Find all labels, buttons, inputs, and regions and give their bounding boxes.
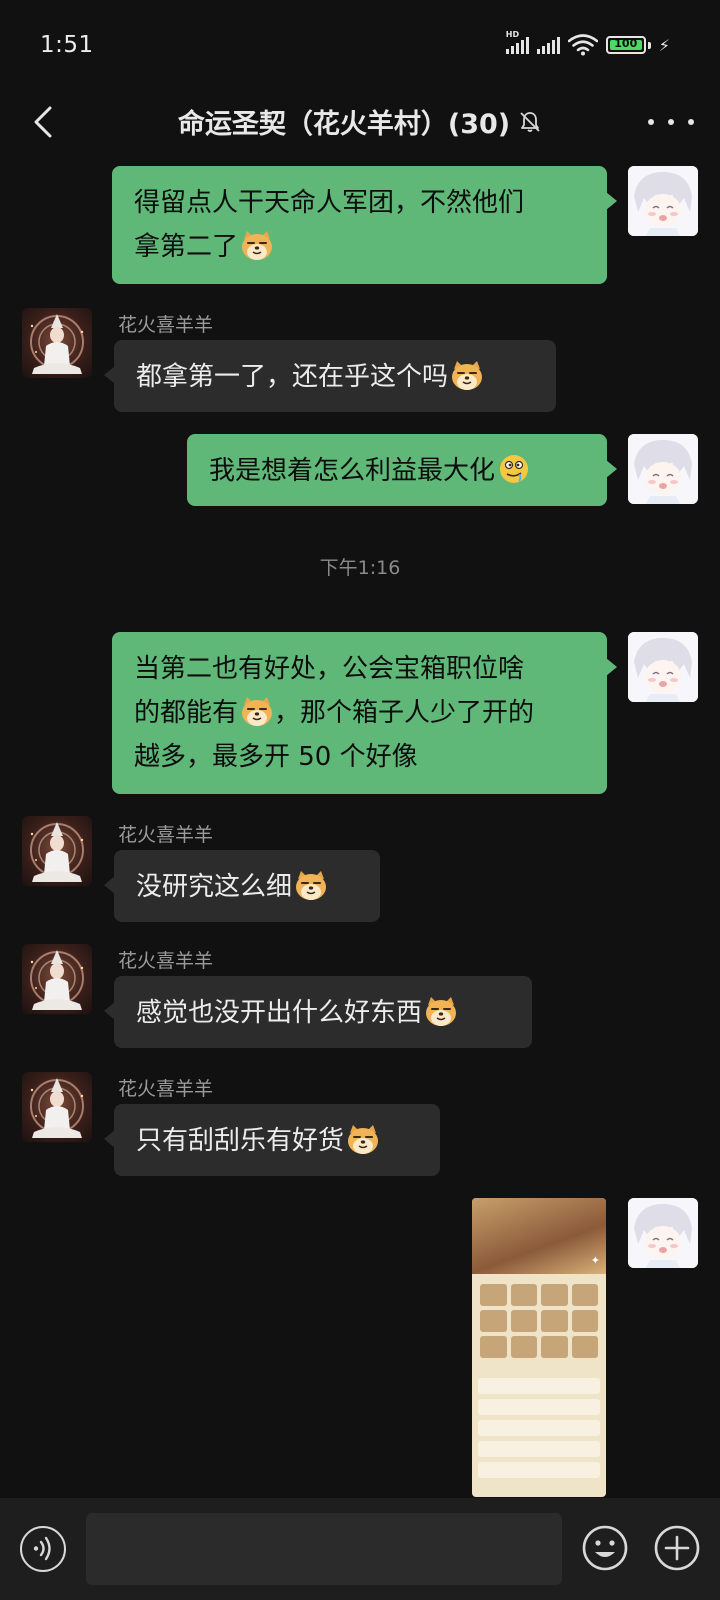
sender-name: 花火喜羊羊 — [118, 314, 214, 336]
chat-title: 命运圣契（花火羊村）(30) — [177, 109, 511, 140]
game-banner-image — [472, 1198, 606, 1274]
message-text: 都拿第一了，还在乎这个吗 — [136, 362, 449, 392]
voice-icon — [33, 1536, 51, 1561]
signal-icon-2 — [536, 36, 560, 54]
plus-more-icon[interactable] — [653, 1524, 701, 1572]
status-icons: HD 100 ⚡ — [505, 30, 670, 56]
message-text-line: 当第二也有好处，公会宝箱职位啥 — [134, 654, 525, 684]
message-bubble-7[interactable]: 只有刮刮乐有好货 — [104, 1104, 440, 1176]
sender-name: 花火喜羊羊 — [118, 1078, 214, 1100]
bell-off-icon — [520, 111, 540, 132]
message-input[interactable] — [86, 1513, 562, 1585]
message-bubble-4[interactable]: 当第二也有好处，公会宝箱职位啥 的都能有 ，那个箱子人少了开的 越多，最多开 50… — [112, 632, 617, 794]
message-text-line: 得留点人干天命人军团，不然他们 — [134, 188, 525, 218]
network-badge: HD — [505, 30, 520, 39]
sender-avatar[interactable] — [22, 944, 92, 1014]
doge-emoji-icon — [294, 869, 328, 901]
member-list — [478, 1378, 600, 1483]
drool-face-emoji-icon — [497, 453, 531, 485]
sender-avatar[interactable] — [22, 308, 92, 378]
message-text: 只有刮刮乐有好货 — [136, 1126, 345, 1156]
my-avatar[interactable] — [628, 166, 698, 236]
sender-name: 花火喜羊羊 — [118, 950, 214, 972]
doge-emoji-icon — [240, 695, 274, 727]
message-text-line: 越多，最多开 50 个好像 — [134, 742, 418, 772]
signal-icon: HD — [505, 30, 529, 54]
input-bar — [0, 1498, 720, 1600]
message-text-line: 拿第二了 — [134, 232, 239, 262]
battery-cap — [647, 41, 651, 49]
my-avatar[interactable] — [628, 632, 698, 702]
image-badge: ✦ — [590, 1254, 600, 1267]
doge-emoji-icon — [450, 359, 484, 391]
message-bubble-6[interactable]: 感觉也没开出什么好东西 — [104, 976, 532, 1048]
my-avatar[interactable] — [628, 1198, 698, 1268]
message-text: 感觉也没开出什么好东西 — [136, 998, 423, 1028]
voice-input-button[interactable] — [20, 1526, 66, 1572]
message-bubble-5[interactable]: 没研究这么细 — [104, 850, 380, 922]
wifi-icon — [567, 34, 598, 56]
doge-emoji-icon — [424, 995, 458, 1027]
emoji-picker-icon[interactable] — [581, 1524, 629, 1572]
message-bubble-3[interactable]: 我是想着怎么利益最大化 — [187, 434, 617, 506]
battery-level: 100 — [614, 37, 638, 50]
time-separator: 下午1:16 — [319, 557, 401, 579]
sender-name: 花火喜羊羊 — [118, 824, 214, 846]
my-avatar[interactable] — [628, 434, 698, 504]
message-bubble-2[interactable]: 都拿第一了，还在乎这个吗 — [104, 340, 556, 412]
message-text-line: 的都能有 — [134, 698, 239, 728]
status-time: 1:51 — [40, 32, 94, 58]
status-bar: 1:51 HD 100 ⚡ — [0, 0, 720, 92]
chat-title-row: 命运圣契（花火羊村）(30) — [0, 102, 720, 141]
message-bubble-1[interactable]: 得留点人干天命人军团，不然他们 拿第二了 — [112, 166, 617, 284]
sender-avatar[interactable] — [22, 1072, 92, 1142]
message-text: 我是想着怎么利益最大化 — [209, 456, 496, 486]
chat-header: 命运圣契（花火羊村）(30) — [0, 92, 720, 164]
doge-emoji-icon — [346, 1123, 380, 1155]
doge-emoji-icon — [240, 229, 274, 261]
message-text: 没研究这么细 — [136, 872, 293, 902]
charging-icon: ⚡ — [658, 35, 670, 55]
message-text-line: ，那个箱子人少了开的 — [274, 698, 535, 728]
sender-avatar[interactable] — [22, 816, 92, 886]
reward-grid — [480, 1284, 598, 1358]
battery-icon: 100 — [605, 36, 646, 54]
more-options-button[interactable] — [648, 102, 694, 142]
image-message-thumbnail[interactable]: ✦ — [472, 1198, 606, 1497]
